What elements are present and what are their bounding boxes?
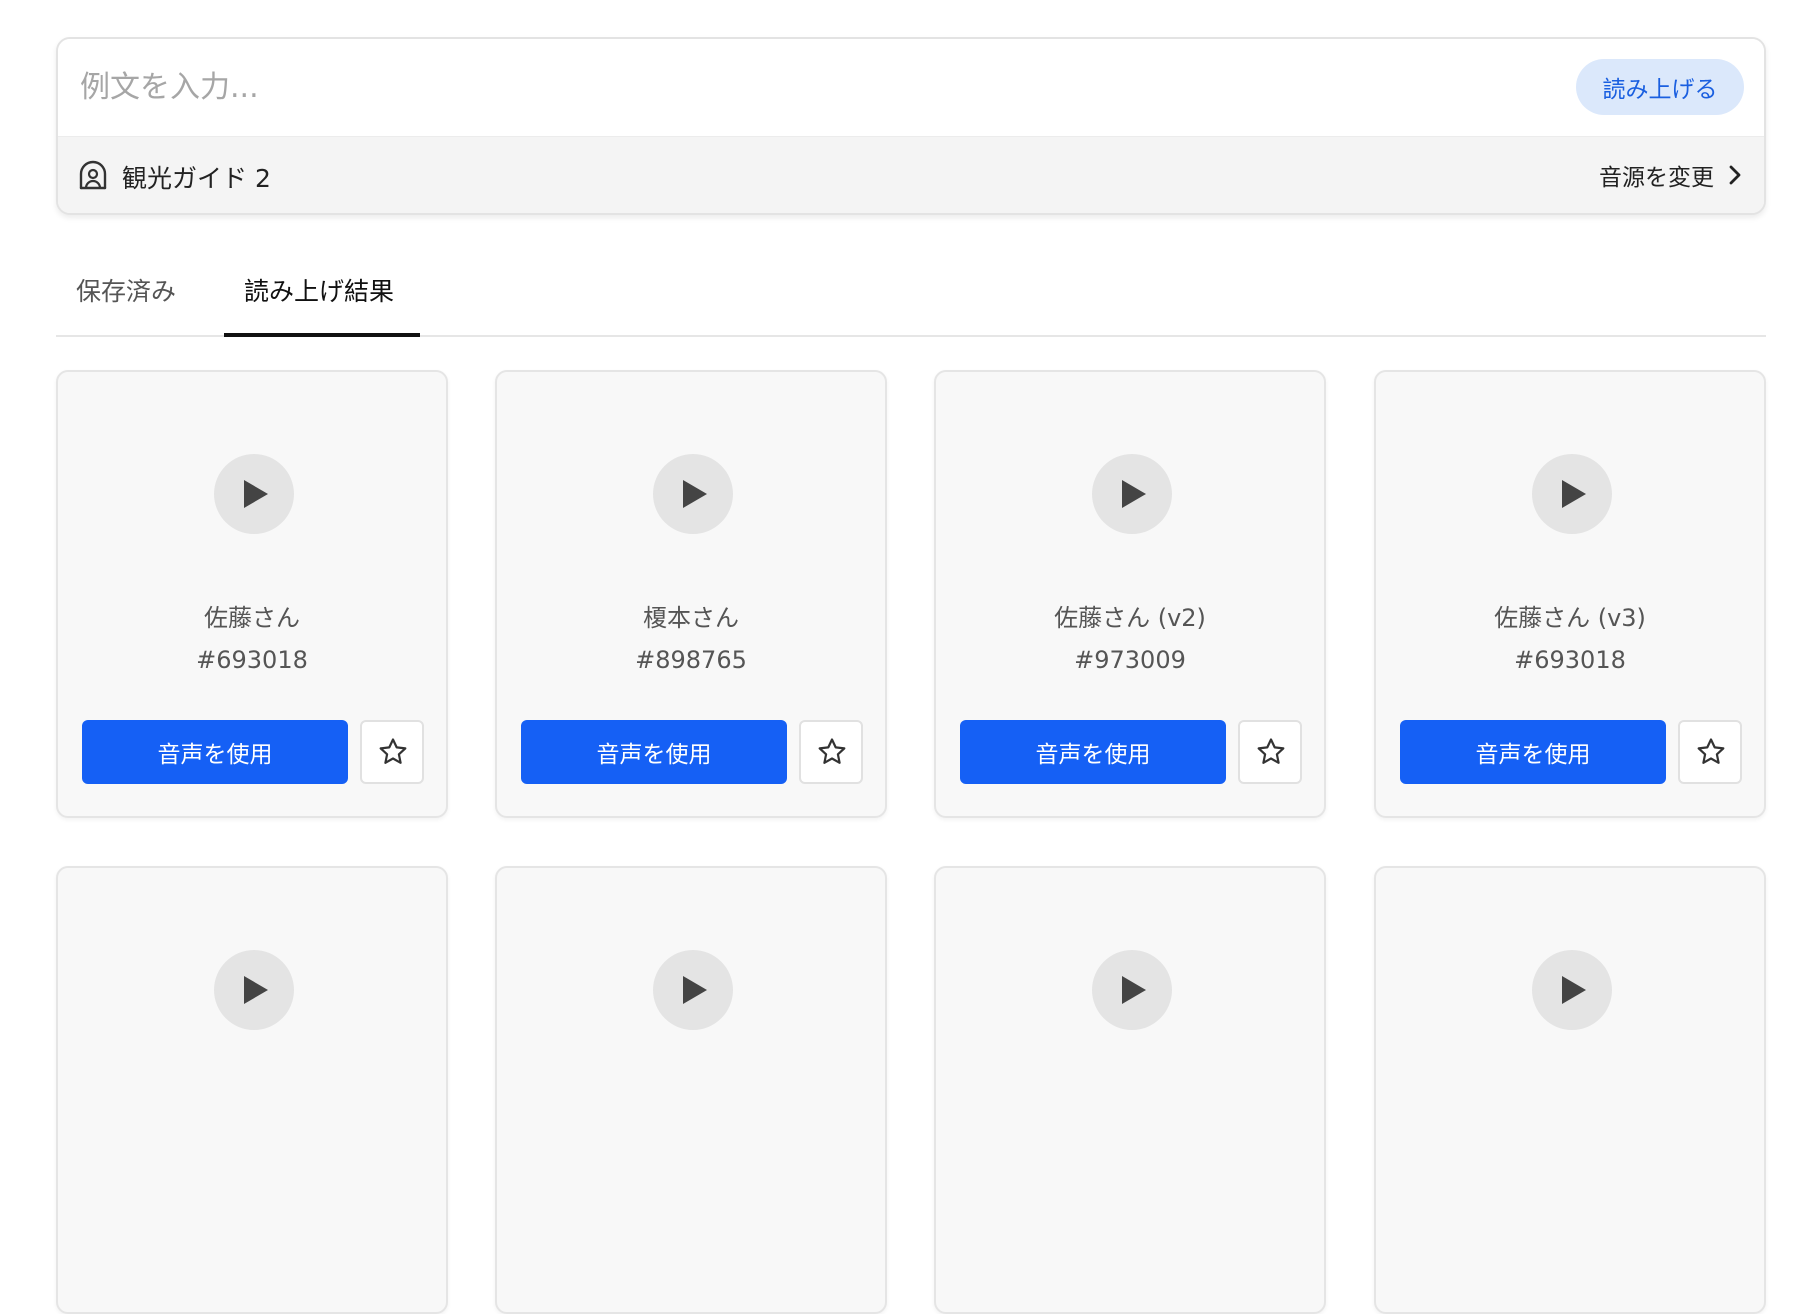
play-icon — [683, 976, 707, 1004]
voice-card-id: #898765 — [635, 646, 747, 674]
use-voice-button[interactable]: 音声を使用 — [1400, 720, 1666, 784]
change-source-link[interactable]: 音源を変更 — [1599, 155, 1742, 195]
star-icon — [818, 738, 846, 764]
read-aloud-button[interactable]: 読み上げる — [1576, 59, 1744, 115]
tab-bar: 保存済み 読み上げ結果 — [56, 250, 1766, 337]
play-button[interactable] — [653, 454, 733, 534]
voice-card — [56, 866, 448, 1314]
favorite-button[interactable] — [799, 720, 863, 784]
use-voice-button[interactable]: 音声を使用 — [521, 720, 787, 784]
play-icon — [683, 480, 707, 508]
play-icon — [244, 976, 268, 1004]
voice-card: 榎本さん #898765 音声を使用 — [495, 370, 887, 818]
tab-saved[interactable]: 保存済み — [76, 272, 176, 308]
voice-card: 佐藤さん (v3) #693018 音声を使用 — [1374, 370, 1766, 818]
voice-card — [934, 866, 1326, 1314]
play-button[interactable] — [1092, 950, 1172, 1030]
voice-card — [495, 866, 887, 1314]
voice-card-id: #973009 — [1074, 646, 1186, 674]
use-voice-button[interactable]: 音声を使用 — [960, 720, 1226, 784]
voice-card-id: #693018 — [1514, 646, 1626, 674]
active-tab-indicator — [224, 333, 420, 337]
voice-profile-icon — [79, 160, 107, 190]
voice-card-id: #693018 — [196, 646, 308, 674]
input-panel: 読み上げる 観光ガイド 2 音源を変更 — [56, 37, 1766, 215]
play-icon — [1562, 480, 1586, 508]
favorite-button[interactable] — [360, 720, 424, 784]
favorite-button[interactable] — [1238, 720, 1302, 784]
play-icon — [244, 480, 268, 508]
favorite-button[interactable] — [1678, 720, 1742, 784]
voice-card: 佐藤さん #693018 音声を使用 — [56, 370, 448, 818]
voice-card-title: 佐藤さん (v2) — [1054, 604, 1206, 632]
voice-card: 佐藤さん (v2) #973009 音声を使用 — [934, 370, 1326, 818]
use-voice-button[interactable]: 音声を使用 — [82, 720, 348, 784]
voice-card-title: 佐藤さん (v3) — [1494, 604, 1646, 632]
play-button[interactable] — [214, 950, 294, 1030]
play-button[interactable] — [653, 950, 733, 1030]
current-voice-name: 観光ガイド 2 — [122, 164, 271, 193]
play-button[interactable] — [1532, 454, 1612, 534]
voice-selector-row[interactable]: 観光ガイド 2 音源を変更 — [58, 136, 1764, 213]
play-button[interactable] — [1092, 454, 1172, 534]
voice-card-title: 榎本さん — [643, 604, 739, 632]
play-icon — [1122, 480, 1146, 508]
star-icon — [379, 738, 407, 764]
play-icon — [1562, 976, 1586, 1004]
voice-card — [1374, 866, 1766, 1314]
star-icon — [1257, 738, 1285, 764]
input-row: 読み上げる — [58, 39, 1764, 136]
chevron-right-icon — [1729, 165, 1741, 185]
play-button[interactable] — [214, 454, 294, 534]
play-button[interactable] — [1532, 950, 1612, 1030]
tab-read-results[interactable]: 読み上げ結果 — [244, 272, 394, 308]
star-icon — [1697, 738, 1725, 764]
change-source-label: 音源を変更 — [1599, 165, 1714, 191]
play-icon — [1122, 976, 1146, 1004]
example-text-input[interactable] — [78, 59, 1528, 115]
voice-card-title: 佐藤さん — [204, 604, 300, 632]
